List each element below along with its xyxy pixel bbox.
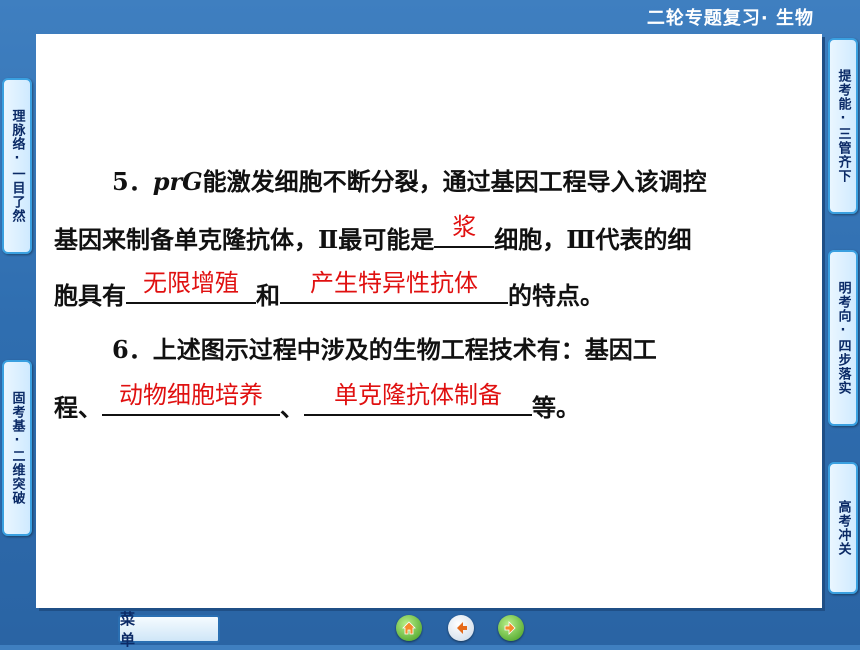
- q5-blank1: 浆: [434, 213, 495, 248]
- left-tab-basics-label: 固考基·二维突破: [9, 391, 25, 505]
- q6-blank2: 单克隆抗体制备: [304, 381, 532, 416]
- back-icon: [457, 622, 467, 634]
- q6-blank1: 动物细胞培养: [102, 381, 280, 416]
- q6-line2-post: 等。: [532, 393, 580, 422]
- q5-line3-pre: 胞具有: [54, 281, 126, 310]
- q5-blank3: 产生特异性抗体: [280, 269, 508, 304]
- left-tab-outline-label: 理脉络·一目了然: [9, 109, 25, 223]
- q5-answer3: 产生特异性抗体: [310, 269, 478, 297]
- content-panel: 5．prG能激发细胞不断分裂，通过基因工程导入该调控 基因来制备单克隆抗体，Ⅱ最…: [36, 34, 822, 608]
- q5-line3-post: 的特点。: [508, 281, 604, 310]
- menu-button[interactable]: 菜 单: [118, 610, 220, 649]
- home-button[interactable]: [396, 615, 422, 641]
- forward-button[interactable]: [498, 615, 524, 641]
- q5-number: 5．: [112, 167, 153, 196]
- right-tab-direction[interactable]: 明考向·四步落实: [828, 250, 858, 426]
- q5-line3-mid: 和: [256, 281, 280, 310]
- header-title: 二轮专题复习· 生物: [646, 8, 814, 29]
- q5-blank2: 无限增殖: [126, 269, 256, 304]
- q6-line2: 程、 动物细胞培养、 单克隆抗体制备 等。: [54, 381, 580, 423]
- left-tab-outline[interactable]: 理脉络·一目了然: [2, 78, 32, 254]
- q5-line1: 5．prG能激发细胞不断分裂，通过基因工程导入该调控: [112, 162, 707, 197]
- q6-answer2: 单克隆抗体制备: [334, 381, 502, 409]
- back-button[interactable]: [448, 615, 474, 641]
- q6-line2-pre: 程、: [54, 393, 102, 422]
- right-tab-ability-label: 提考能·三管齐下: [835, 69, 851, 183]
- home-icon: [402, 621, 416, 635]
- q5-line3: 胞具有 无限增殖和 产生特异性抗体 的特点。: [54, 269, 604, 311]
- menu-button-label: 菜 单: [120, 610, 158, 649]
- q6-number: 6．: [112, 335, 153, 364]
- right-tab-ability[interactable]: 提考能·三管齐下: [828, 38, 858, 214]
- q5-answer2: 无限增殖: [143, 269, 239, 297]
- q5-term: prG: [152, 167, 203, 196]
- q5-line1-text: 能激发细胞不断分裂，通过基因工程导入该调控: [202, 167, 707, 196]
- q5-answer1: 浆: [452, 213, 477, 241]
- right-tab-exam[interactable]: 高考冲关: [828, 462, 858, 594]
- q6-line1: 6．上述图示过程中涉及的生物工程技术有：基因工: [112, 330, 657, 365]
- left-tab-basics[interactable]: 固考基·二维突破: [2, 360, 32, 536]
- q5-line2-post: 细胞，Ⅲ代表的细: [494, 225, 692, 254]
- right-tab-exam-label: 高考冲关: [835, 500, 851, 556]
- q5-line2-pre: 基因来制备单克隆抗体，Ⅱ最可能是: [54, 225, 435, 254]
- forward-icon: [504, 621, 516, 635]
- q6-line1-text: 上述图示过程中涉及的生物工程技术有：基因工: [152, 335, 657, 364]
- q5-line2: 基因来制备单克隆抗体，Ⅱ最可能是浆细胞，Ⅲ代表的细: [54, 213, 692, 255]
- q6-line2-mid: 、: [280, 393, 304, 422]
- q6-answer1: 动物细胞培养: [119, 381, 263, 409]
- right-tab-direction-label: 明考向·四步落实: [835, 281, 851, 395]
